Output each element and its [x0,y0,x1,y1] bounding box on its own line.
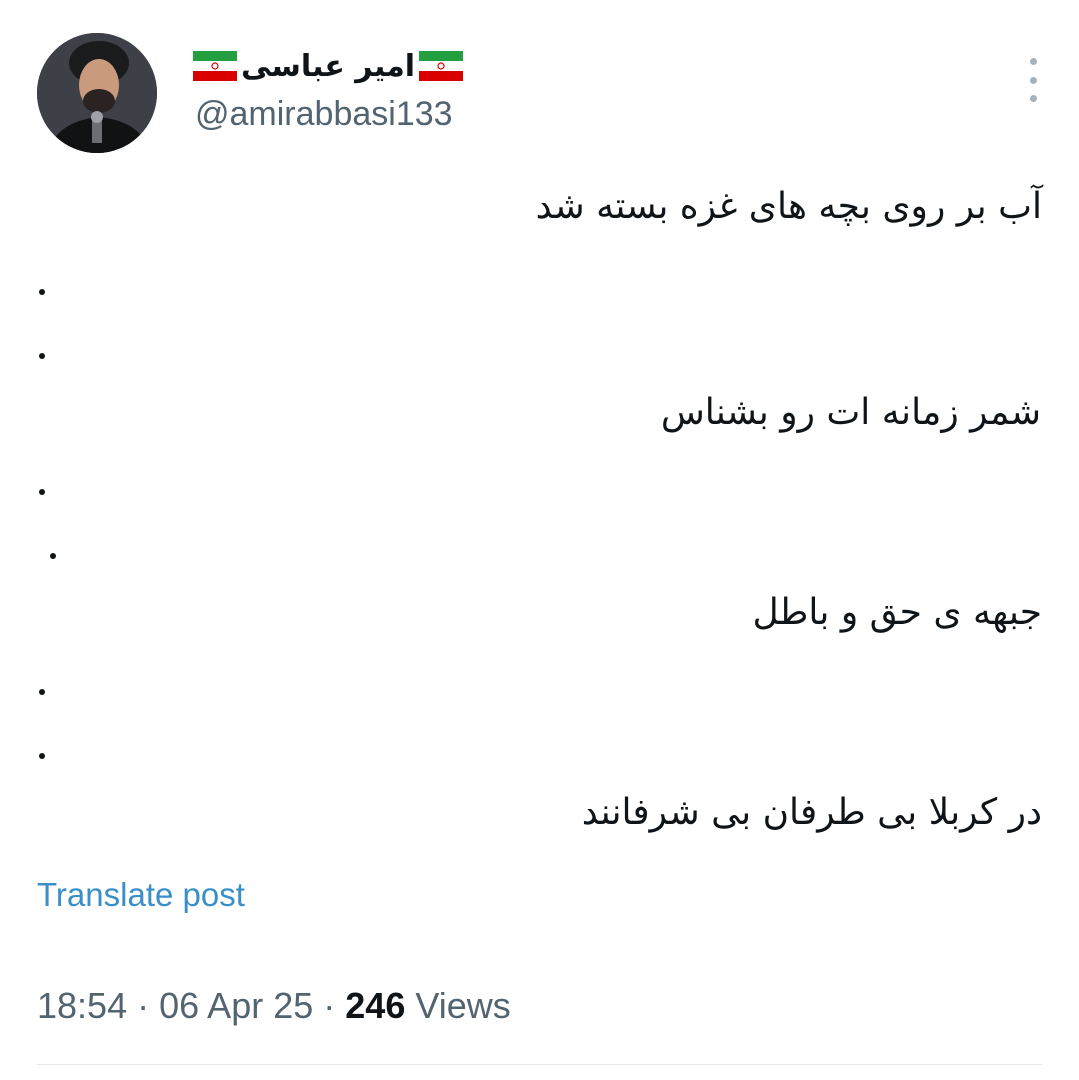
tweet-dot-line [39,689,45,695]
avatar[interactable] [37,33,157,153]
translate-post-link[interactable]: Translate post [37,876,245,914]
tweet-dot-line [39,353,45,359]
iran-flag-icon [193,51,237,81]
views-label: Views [415,985,511,1026]
author-handle[interactable]: @amirabbasi133 [195,95,453,134]
meta-separator: · [323,985,336,1026]
views-count[interactable]: 246 [345,985,405,1026]
tweet-text-line: آب بر روی بچه های غزه بسته شد [535,186,1042,227]
meta-separator: · [137,985,150,1026]
tweet-text-line: شمر زمانه ات رو بشناس [660,392,1041,433]
tweet-meta: 18:54 · 06 Apr 25 · 246 Views [37,985,511,1027]
more-vertical-icon [1029,95,1037,102]
tweet-text-line: جبهه ی حق و باطل [752,592,1042,633]
tweet-text-line: در کربلا بی طرفان بی شرفانند [581,792,1042,833]
iran-flag-icon [419,51,464,81]
tweet-time[interactable]: 18:54 [37,985,127,1026]
tweet-dot-line [39,753,45,759]
more-vertical-icon [1029,58,1037,65]
more-options-button[interactable] [1021,58,1045,102]
tweet-date[interactable]: 06 Apr 25 [159,985,313,1026]
tweet-dot-line [39,489,45,495]
tweet-dot-line [39,289,45,295]
tweet-dot-line [50,553,56,559]
author-name-row[interactable]: امیر عباسی [193,44,464,88]
divider [37,1064,1042,1065]
more-vertical-icon [1029,76,1037,84]
author-display-name[interactable]: امیر عباسی [239,49,417,84]
avatar-image [37,33,157,153]
